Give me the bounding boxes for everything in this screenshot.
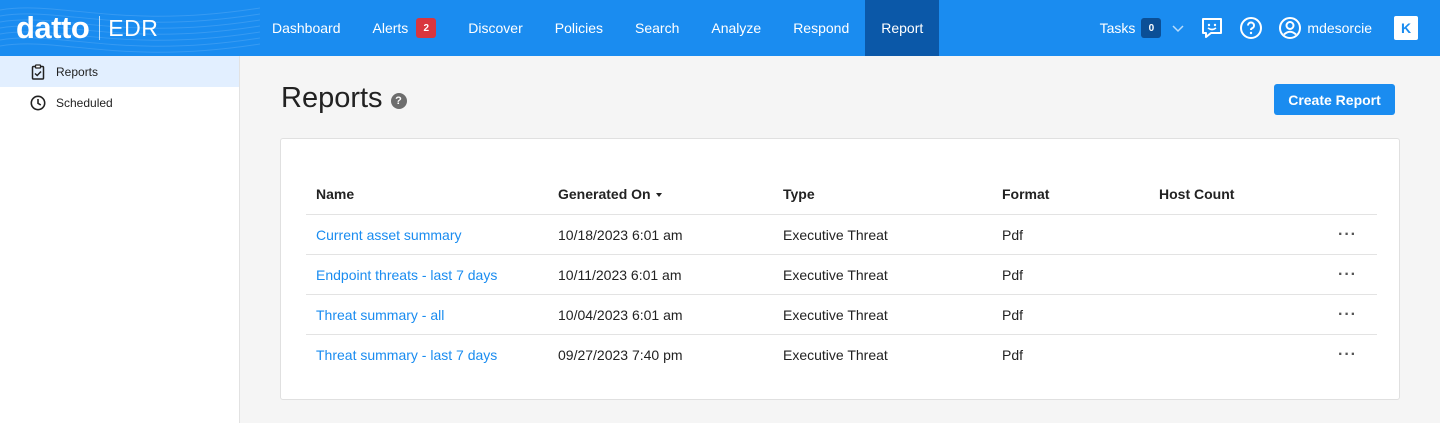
logo-divider [99, 16, 101, 40]
chevron-down-icon[interactable] [1171, 21, 1185, 35]
format-cell: Pdf [1002, 226, 1024, 243]
more-actions-icon[interactable]: ··· [1338, 266, 1357, 283]
report-name-link[interactable]: Threat summary - all [316, 307, 444, 323]
nav-label: Discover [468, 20, 523, 36]
more-actions-icon[interactable]: ··· [1338, 306, 1357, 323]
nav-search[interactable]: Search [619, 0, 695, 56]
nav-label: Search [635, 20, 680, 36]
table-row: Current asset summary 10/18/2023 6:01 am… [306, 215, 1377, 255]
column-header-format[interactable]: Format [1002, 186, 1159, 202]
format-cell: Pdf [1002, 347, 1024, 363]
reports-table-card: Name Generated On Type Format Host Count… [280, 138, 1400, 400]
type-cell: Executive Threat [783, 347, 888, 363]
nav-label: Analyze [711, 20, 762, 36]
user-menu[interactable]: mdesorcie [1277, 15, 1372, 41]
main-nav: Dashboard Alerts 2 Discover Policies Sear… [256, 0, 940, 56]
type-cell: Executive Threat [783, 266, 888, 283]
feedback-chat-icon[interactable] [1199, 15, 1225, 41]
sidebar: Reports Scheduled [0, 56, 240, 423]
nav-dashboard[interactable]: Dashboard [256, 0, 357, 56]
help-icon[interactable] [1238, 15, 1264, 41]
tasks-count-badge: 0 [1141, 18, 1162, 38]
nav-label: Respond [793, 20, 850, 36]
nav-label: Report [881, 20, 924, 36]
nav-report[interactable]: Report [865, 0, 940, 56]
format-cell: Pdf [1002, 306, 1024, 323]
table-header: Name Generated On Type Format Host Count [306, 174, 1377, 215]
header-tools: Tasks 0 mdesorcie K [1100, 0, 1440, 56]
question-help-icon[interactable]: ? [390, 92, 407, 109]
nav-label: Policies [554, 20, 604, 36]
nav-discover[interactable]: Discover [452, 0, 538, 56]
alerts-count-badge: 2 [416, 18, 437, 38]
column-header-host-count[interactable]: Host Count [1159, 186, 1307, 202]
tasks-menu[interactable]: Tasks 0 [1100, 18, 1186, 38]
table-row: Threat summary - all 10/04/2023 6:01 am … [306, 295, 1377, 335]
clipboard-check-icon [31, 63, 45, 80]
generated-on-cell: 10/04/2023 6:01 am [558, 306, 683, 323]
type-cell: Executive Threat [783, 226, 888, 243]
page-title: Reports ? [281, 82, 407, 115]
column-header-type[interactable]: Type [783, 186, 1002, 202]
table-row: Threat summary - last 7 days 09/27/2023 … [306, 335, 1377, 375]
top-navigation-bar: datto EDR Dashboard Alerts 2 Discover Pol… [0, 0, 1440, 56]
tasks-label: Tasks [1099, 20, 1136, 36]
format-cell: Pdf [1002, 266, 1024, 283]
generated-on-cell: 09/27/2023 7:40 pm [558, 347, 683, 363]
generated-on-cell: 10/11/2023 6:01 am [558, 266, 682, 283]
nav-label: Dashboard [272, 20, 341, 36]
kaseya-glyph: K [1400, 20, 1412, 36]
report-name-link[interactable]: Threat summary - last 7 days [316, 347, 497, 363]
sort-descending-icon [655, 193, 662, 197]
reports-table: Name Generated On Type Format Host Count… [306, 174, 1377, 375]
column-header-name[interactable]: Name [306, 186, 558, 202]
username: mdesorcie [1307, 20, 1372, 36]
report-name-link[interactable]: Current asset summary [316, 227, 461, 243]
datto-edr-logo[interactable]: datto EDR [16, 9, 158, 47]
table-row: Endpoint threats - last 7 days 10/11/202… [306, 255, 1377, 295]
sidebar-item-scheduled[interactable]: Scheduled [0, 87, 239, 118]
more-actions-icon[interactable]: ··· [1338, 347, 1357, 363]
nav-respond[interactable]: Respond [777, 0, 865, 56]
sidebar-item-label: Scheduled [56, 95, 113, 110]
nav-alerts[interactable]: Alerts 2 [357, 0, 453, 56]
nav-policies[interactable]: Policies [539, 0, 619, 56]
logo-wordmark: datto [16, 10, 90, 45]
page-title-text: Reports [281, 82, 383, 114]
kaseya-logo-icon[interactable]: K [1394, 16, 1418, 40]
create-report-button[interactable]: Create Report [1274, 84, 1395, 115]
clock-icon [30, 95, 46, 110]
more-actions-icon[interactable]: ··· [1338, 226, 1357, 243]
nav-label: Alerts [372, 20, 409, 36]
type-cell: Executive Threat [783, 306, 888, 323]
sidebar-item-label: Reports [56, 64, 99, 79]
column-header-generated-on[interactable]: Generated On [558, 186, 783, 202]
generated-on-cell: 10/18/2023 6:01 am [558, 226, 683, 243]
report-name-link[interactable]: Endpoint threats - last 7 days [316, 267, 497, 283]
logo-product: EDR [108, 14, 159, 41]
column-header-label: Generated On [558, 186, 651, 202]
nav-analyze[interactable]: Analyze [695, 0, 777, 56]
sidebar-item-reports[interactable]: Reports [0, 56, 239, 87]
user-avatar-icon [1277, 15, 1303, 41]
